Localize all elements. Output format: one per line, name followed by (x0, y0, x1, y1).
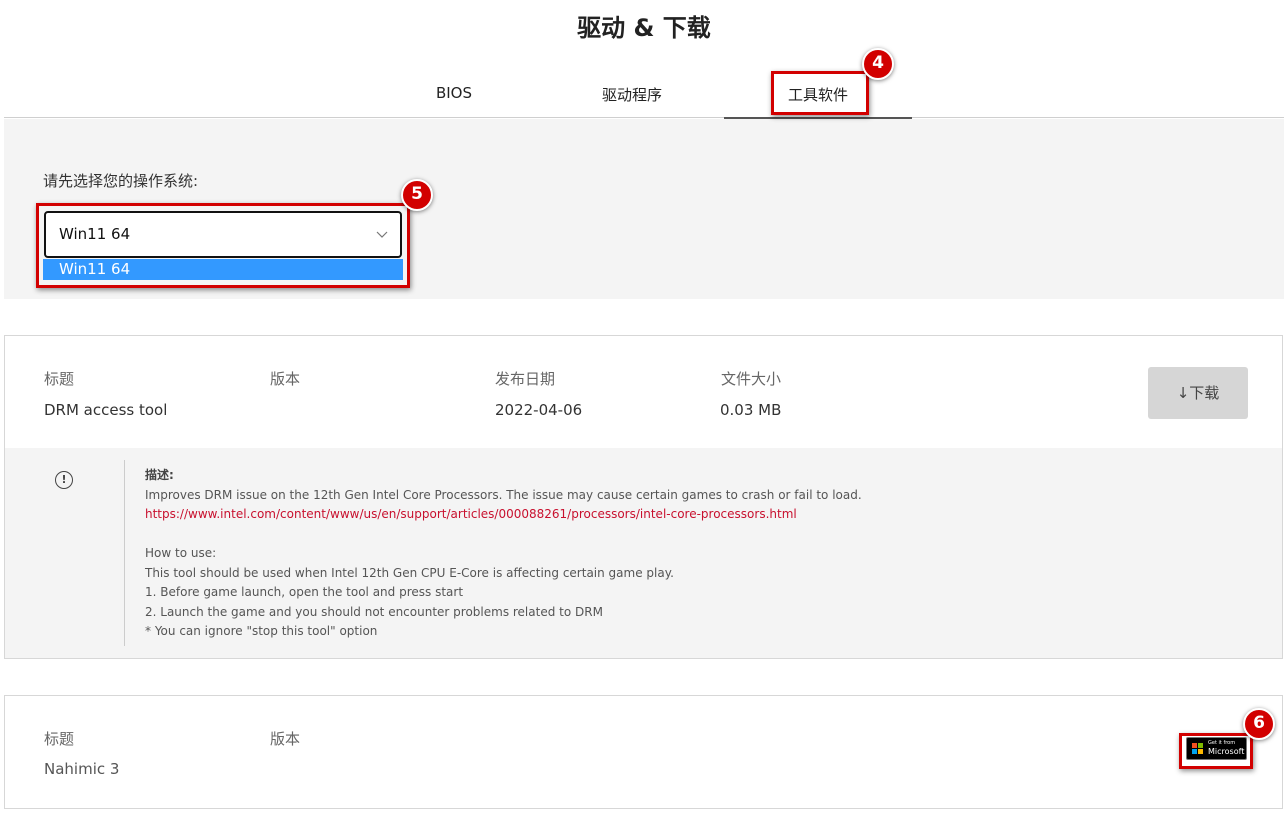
howto-line: This tool should be used when Intel 12th… (145, 565, 674, 580)
info-icon: ! (55, 471, 73, 489)
article-link[interactable]: https://www.intel.com/content/www/us/en/… (145, 507, 797, 521)
item-title: DRM access tool (44, 401, 168, 419)
item-size: 0.03 MB (720, 401, 782, 419)
size-header: 文件大小 (721, 370, 782, 388)
annotation-badge-4: 4 (862, 48, 894, 80)
divider (124, 460, 125, 646)
tab-bar: BIOS 驱动程序 工具软件 (4, 72, 1284, 120)
download-card: 标题 版本 Nahimic 3 Get it from Microsoft (4, 695, 1283, 809)
howto-label: How to use: (145, 546, 217, 560)
description-line: Improves DRM issue on the 12th Gen Intel… (145, 487, 862, 502)
title-header: 标题 (44, 370, 75, 388)
annotation-badge-6: 6 (1243, 708, 1275, 740)
date-header: 发布日期 (495, 370, 556, 388)
description-text: 描述: Improves DRM issue on the 12th Gen I… (145, 466, 862, 642)
os-select-label: 请先选择您的操作系统: (43, 172, 199, 190)
howto-line: 1. Before game launch, open the tool and… (145, 585, 464, 599)
tab-bios[interactable]: BIOS (360, 72, 548, 118)
description-label: 描述: (145, 468, 174, 482)
title-header: 标题 (44, 730, 75, 748)
tab-drivers[interactable]: 驱动程序 (538, 72, 726, 118)
version-header: 版本 (270, 730, 301, 748)
annotation-badge-5: 5 (401, 179, 433, 211)
howto-line: * You can ignore "stop this tool" option (145, 624, 378, 638)
version-header: 版本 (270, 370, 301, 388)
highlight-box-store-badge (1179, 733, 1253, 769)
download-button[interactable]: ↓下载 (1148, 367, 1248, 419)
highlight-box-os-select (36, 203, 410, 288)
item-date: 2022-04-06 (495, 401, 583, 419)
description-panel: ! 描述: Improves DRM issue on the 12th Gen… (5, 448, 1282, 658)
highlight-box-tools-tab (771, 71, 869, 115)
howto-line: 2. Launch the game and you should not en… (145, 604, 603, 619)
page-title: 驱动 & 下载 (577, 14, 711, 42)
download-card: 标题 版本 发布日期 文件大小 DRM access tool 2022-04-… (4, 335, 1283, 659)
item-title: Nahimic 3 (44, 760, 120, 778)
